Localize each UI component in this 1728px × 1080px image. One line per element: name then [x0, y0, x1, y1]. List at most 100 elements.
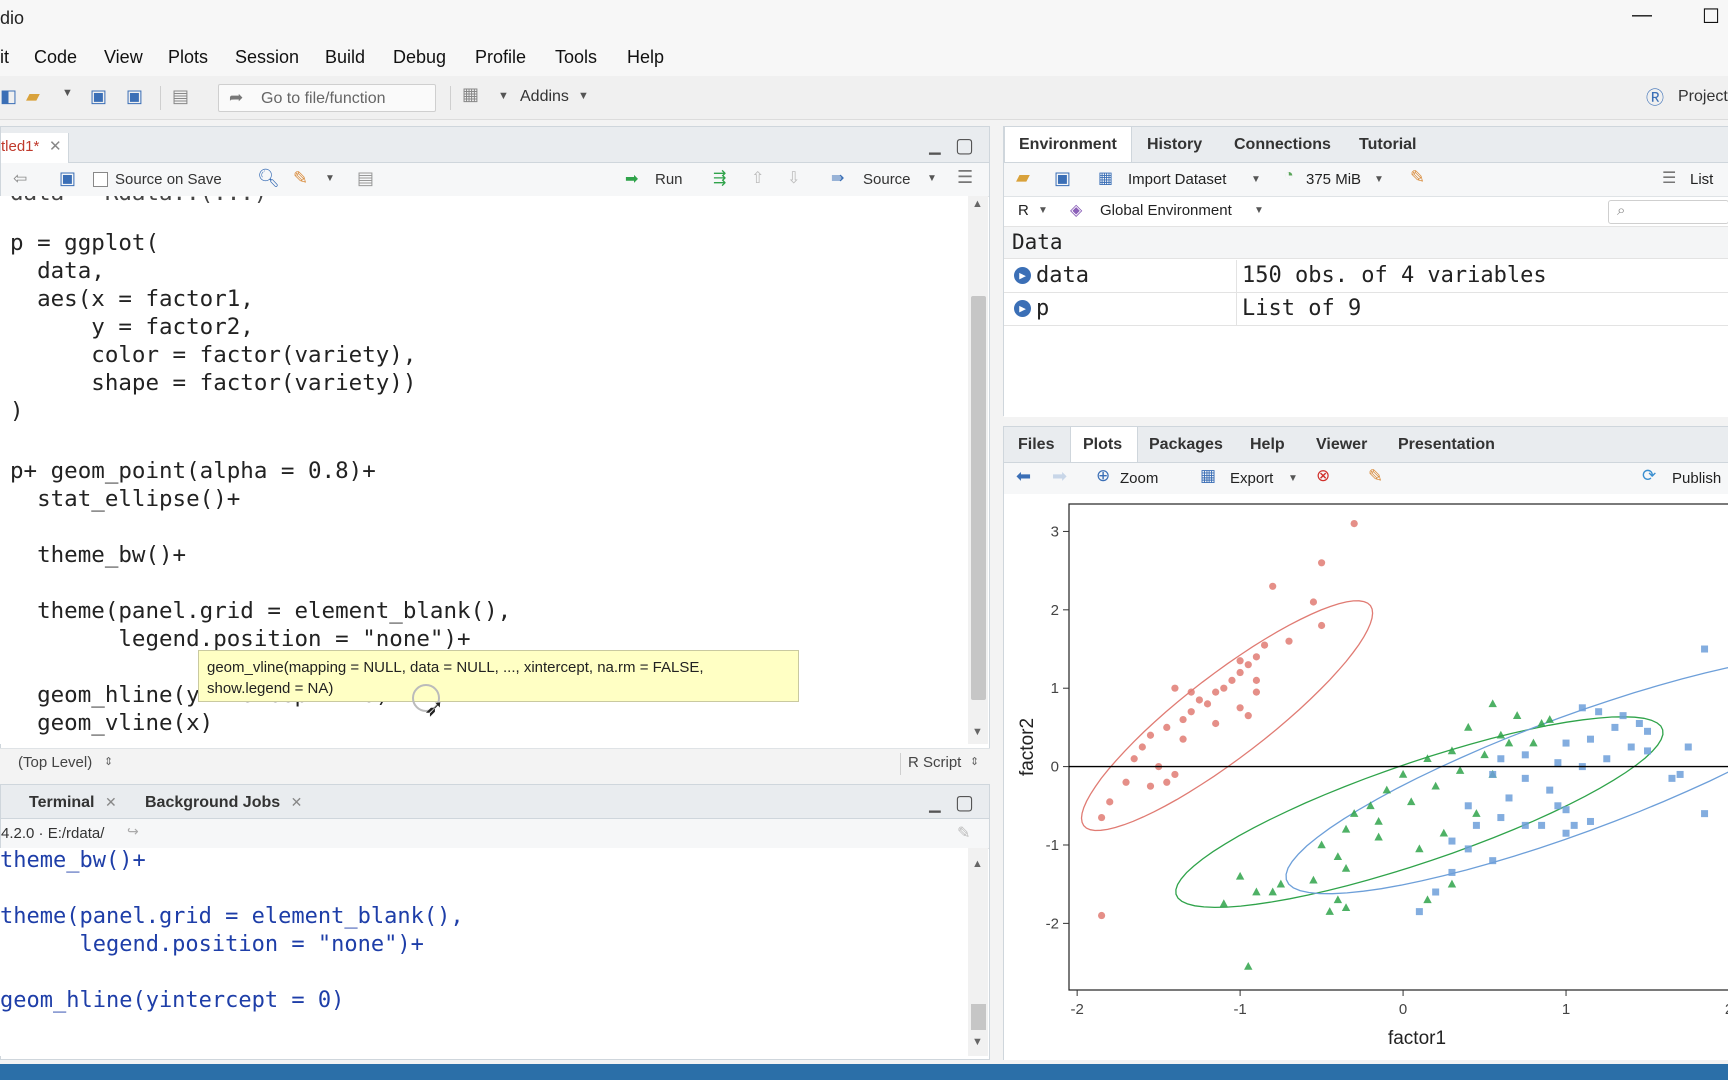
next-plot-icon[interactable]: ➡: [1052, 466, 1067, 487]
scope-level[interactable]: (Top Level): [18, 754, 92, 771]
chevron-down-icon[interactable]: ▼: [1038, 205, 1048, 216]
minimize-pane-icon[interactable]: ▁: [929, 795, 941, 813]
minimize-pane-icon[interactable]: ▁: [929, 137, 941, 155]
menu-session[interactable]: Session: [235, 47, 299, 68]
broom-icon[interactable]: ✎: [1410, 167, 1425, 188]
open-folder-icon[interactable]: ▰: [26, 86, 40, 107]
export-icon[interactable]: ▦: [1200, 466, 1216, 486]
scope-select[interactable]: Global Environment: [1100, 202, 1232, 219]
search-icon[interactable]: 🔍︎: [257, 168, 280, 189]
tab-environment[interactable]: Environment: [1004, 127, 1132, 162]
view-mode[interactable]: List: [1690, 171, 1713, 188]
console-scrollbar[interactable]: ▲ ▼: [968, 848, 988, 1056]
close-icon[interactable]: ✕: [291, 794, 303, 810]
tab-terminal[interactable]: Terminal ✕: [13, 785, 131, 818]
save-icon[interactable]: ▣: [1054, 168, 1071, 189]
tab-packages[interactable]: Packages: [1149, 427, 1223, 462]
tab-connections[interactable]: Connections: [1234, 127, 1331, 162]
language-select[interactable]: R: [1018, 202, 1029, 219]
environment-row[interactable]: ▶ p List of 9: [1004, 293, 1728, 326]
path-link-icon[interactable]: ↪: [127, 823, 139, 840]
publish-button[interactable]: Publish: [1672, 470, 1721, 487]
tab-history[interactable]: History: [1147, 127, 1202, 162]
run-icon[interactable]: ➡: [625, 169, 638, 189]
menu-profile[interactable]: Profile: [475, 47, 526, 68]
environment-search-input[interactable]: ⌕: [1608, 200, 1728, 224]
zoom-icon[interactable]: ⊕: [1096, 466, 1110, 486]
editor-scrollbar-thumb[interactable]: [971, 296, 986, 700]
source-icon[interactable]: ⇛: [831, 168, 844, 188]
up-arrow-icon[interactable]: ⇧: [751, 168, 764, 188]
remove-plot-icon[interactable]: ⊗: [1316, 466, 1330, 486]
maximize-pane-icon[interactable]: ▢: [955, 790, 974, 815]
maximize-button[interactable]: ☐: [1702, 4, 1720, 29]
chevron-down-icon[interactable]: ▼: [1288, 473, 1298, 484]
import-dataset-icon[interactable]: ▦: [1098, 168, 1113, 188]
new-file-icon[interactable]: ◧: [0, 86, 17, 107]
tab-viewer[interactable]: Viewer: [1316, 427, 1367, 462]
run-button[interactable]: Run: [655, 171, 683, 188]
chevron-down-icon[interactable]: ▼: [1374, 174, 1384, 185]
zoom-button[interactable]: Zoom: [1120, 470, 1158, 487]
clear-console-icon[interactable]: ✎: [957, 823, 970, 843]
save-icon[interactable]: ▣: [90, 86, 107, 107]
menu-build[interactable]: Build: [325, 47, 365, 68]
menu-help[interactable]: Help: [627, 47, 664, 68]
rerun-icon[interactable]: ⇶: [713, 168, 726, 188]
menu-view[interactable]: View: [104, 47, 143, 68]
minimize-button[interactable]: —: [1632, 4, 1652, 27]
magic-wand-icon[interactable]: ✎: [293, 168, 308, 189]
console-scrollbar-thumb[interactable]: [971, 1004, 986, 1030]
addins-menu[interactable]: Addins: [520, 88, 569, 106]
tab-help[interactable]: Help: [1250, 427, 1285, 462]
scroll-down-icon[interactable]: ▼: [972, 726, 983, 738]
menu-code[interactable]: Code: [34, 47, 77, 68]
menu-debug[interactable]: Debug: [393, 47, 446, 68]
import-dataset-button[interactable]: Import Dataset: [1128, 171, 1226, 188]
scroll-up-icon[interactable]: ▲: [972, 858, 983, 870]
back-arrow-icon[interactable]: ⇦: [13, 169, 27, 189]
memory-usage[interactable]: 375 MiB: [1306, 171, 1361, 188]
list-view-icon[interactable]: ☰: [1662, 168, 1676, 188]
tab-tutorial[interactable]: Tutorial: [1359, 127, 1416, 162]
source-on-save-checkbox[interactable]: [93, 172, 108, 187]
previous-plot-icon[interactable]: ⬅: [1016, 466, 1031, 487]
save-icon[interactable]: ▣: [59, 168, 76, 189]
close-icon[interactable]: ✕: [49, 137, 62, 155]
chevron-down-icon[interactable]: ▼: [1251, 174, 1261, 185]
expand-icon[interactable]: ▶: [1014, 300, 1031, 317]
tab-background-jobs[interactable]: Background Jobs ✕: [133, 785, 313, 818]
print-icon[interactable]: ▤: [172, 86, 189, 107]
menu-edit[interactable]: it: [0, 47, 9, 68]
tab-presentation[interactable]: Presentation: [1398, 427, 1495, 462]
maximize-pane-icon[interactable]: ▢: [955, 133, 974, 158]
chevron-down-icon[interactable]: ▼: [1254, 205, 1264, 216]
export-button[interactable]: Export: [1230, 470, 1273, 487]
chevron-down-icon[interactable]: ▼: [498, 90, 509, 102]
outline-icon[interactable]: ☰: [957, 167, 973, 188]
publish-icon[interactable]: ⟳: [1642, 466, 1656, 486]
scroll-up-icon[interactable]: ▲: [972, 198, 983, 210]
expand-icon[interactable]: ▶: [1014, 267, 1031, 284]
project-menu[interactable]: Project: [1678, 88, 1728, 106]
environment-row[interactable]: ▶ data 150 obs. of 4 variables: [1004, 260, 1728, 293]
file-type[interactable]: R Script: [908, 754, 961, 771]
menu-tools[interactable]: Tools: [555, 47, 597, 68]
down-arrow-icon[interactable]: ⇩: [787, 168, 800, 188]
close-icon[interactable]: ✕: [105, 794, 117, 810]
grid-layout-icon[interactable]: ▦: [462, 84, 479, 105]
editor-scrollbar[interactable]: ▲ ▼: [968, 196, 988, 744]
console-output[interactable]: theme_bw()+ theme(panel.grid = element_b…: [0, 848, 968, 1056]
chevron-down-icon[interactable]: ▼: [325, 173, 335, 184]
chevron-down-icon[interactable]: ▼: [927, 173, 937, 184]
save-all-icon[interactable]: ▣: [126, 86, 143, 107]
menu-plots[interactable]: Plots: [168, 47, 208, 68]
tab-files[interactable]: Files: [1018, 427, 1054, 462]
chevron-down-icon[interactable]: ▼: [578, 90, 589, 102]
chevron-down-icon[interactable]: ▼: [62, 87, 73, 99]
tab-plots[interactable]: Plots: [1070, 427, 1138, 462]
compile-report-icon[interactable]: ▤: [357, 168, 374, 189]
broom-icon[interactable]: ✎: [1368, 466, 1383, 487]
source-button[interactable]: Source: [863, 171, 911, 188]
scroll-down-icon[interactable]: ▼: [972, 1036, 983, 1048]
